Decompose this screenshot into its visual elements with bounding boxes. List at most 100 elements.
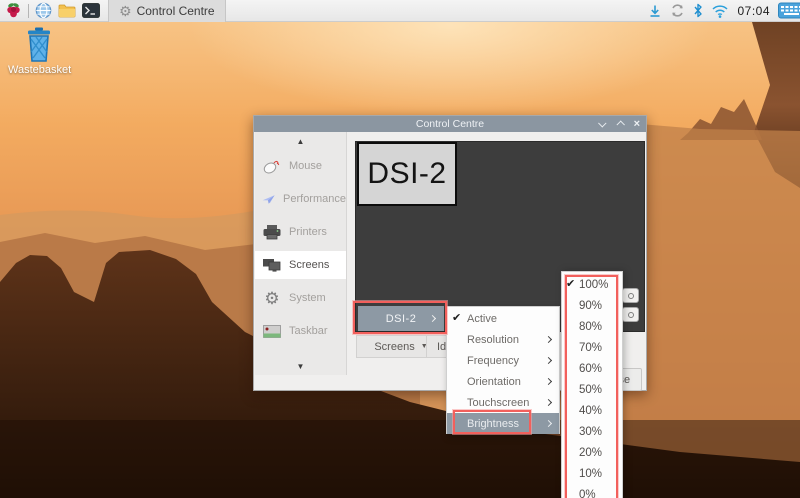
- magnifier-icon: [628, 312, 634, 318]
- brightness-option-100[interactable]: ✔ 100%: [562, 274, 622, 295]
- gear-icon: ⚙: [262, 290, 282, 307]
- brightness-submenu: ✔ 100% 90% 80% 70% 60% 50% 40% 30% 20% 1…: [561, 271, 623, 498]
- sidebar-item-label: System: [289, 292, 326, 304]
- brightness-option-70[interactable]: 70%: [562, 337, 622, 358]
- sidebar-item-printers[interactable]: Printers: [255, 218, 346, 246]
- brightness-option-label: 50%: [579, 384, 602, 396]
- maximize-icon[interactable]: [616, 120, 624, 128]
- screens-dropdown-label: Screens: [374, 341, 414, 353]
- wastebasket-label: Wastebasket: [8, 64, 70, 76]
- bluetooth-icon[interactable]: [693, 3, 703, 18]
- chevron-right-icon: [545, 378, 552, 385]
- taskbar-separator: [28, 4, 29, 18]
- gear-icon: ⚙: [119, 4, 132, 18]
- menu-item-orientation[interactable]: Orientation: [447, 371, 559, 392]
- brightness-option-10[interactable]: 10%: [562, 463, 622, 484]
- wifi-icon[interactable]: [711, 4, 729, 18]
- clock[interactable]: 07:04: [737, 4, 770, 18]
- menu-item-label: Active: [467, 313, 497, 325]
- minimize-icon[interactable]: [598, 119, 606, 127]
- brightness-option-label: 60%: [579, 363, 602, 375]
- sync-icon[interactable]: [670, 3, 685, 18]
- sidebar-item-performance[interactable]: Performance: [255, 185, 346, 213]
- sidebar-item-taskbar[interactable]: Taskbar: [255, 317, 346, 345]
- layout-zoom-out-button[interactable]: [622, 307, 639, 322]
- raspberry-menu-icon[interactable]: [5, 2, 22, 19]
- sidebar-item-label: Mouse: [289, 160, 322, 172]
- screen-select-dropdown[interactable]: DSI-2: [358, 306, 444, 331]
- window-titlebar[interactable]: Control Centre ×: [254, 116, 646, 132]
- layout-zoom-in-button[interactable]: [622, 288, 639, 303]
- brightness-option-label: 100%: [579, 279, 608, 291]
- check-icon: ✔: [452, 311, 461, 324]
- brightness-option-label: 30%: [579, 426, 602, 438]
- taskbar-task-control-centre[interactable]: ⚙ Control Centre: [108, 0, 226, 22]
- sidebar-scroll-down[interactable]: ▼: [255, 362, 346, 371]
- screen-select-label: DSI-2: [386, 313, 417, 325]
- screen-preview-label: DSI-2: [367, 157, 446, 191]
- wastebasket-icon: [22, 27, 56, 63]
- sidebar-scroll-up[interactable]: ▲: [255, 137, 346, 146]
- magnifier-icon: [628, 293, 634, 299]
- menu-item-touchscreen[interactable]: Touchscreen: [447, 392, 559, 413]
- check-icon: ✔: [566, 277, 575, 290]
- menu-item-active[interactable]: ✔ Active: [447, 308, 559, 329]
- brightness-option-label: 20%: [579, 447, 602, 459]
- brightness-option-label: 0%: [579, 489, 596, 498]
- brightness-option-label: 80%: [579, 321, 602, 333]
- menu-item-resolution[interactable]: Resolution: [447, 329, 559, 350]
- brightness-option-label: 10%: [579, 468, 602, 480]
- chevron-right-icon: [545, 399, 552, 406]
- keyboard-icon[interactable]: [778, 2, 800, 19]
- menu-item-label: Touchscreen: [467, 397, 529, 409]
- window-controls: ×: [600, 116, 640, 132]
- updates-download-icon[interactable]: [648, 4, 662, 18]
- menu-item-frequency[interactable]: Frequency: [447, 350, 559, 371]
- file-manager-icon[interactable]: [58, 3, 76, 18]
- screens-icon: [262, 257, 282, 273]
- brightness-option-0[interactable]: 0%: [562, 484, 622, 498]
- taskbar: ⚙ Control Centre: [0, 0, 800, 22]
- paper-plane-icon: [262, 192, 276, 207]
- window-title: Control Centre: [416, 118, 484, 130]
- sidebar-item-label: Taskbar: [289, 325, 328, 337]
- sidebar-item-system[interactable]: ⚙ System: [255, 284, 346, 312]
- mouse-icon: [262, 158, 282, 174]
- chevron-right-icon: [545, 336, 552, 343]
- brightness-option-label: 70%: [579, 342, 602, 354]
- task-button-label: Control Centre: [137, 4, 215, 18]
- brightness-option-20[interactable]: 20%: [562, 442, 622, 463]
- screen-context-menu: ✔ Active Resolution Frequency Orientatio…: [446, 306, 560, 434]
- sidebar-item-label: Screens: [289, 259, 329, 271]
- sidebar-item-label: Printers: [289, 226, 327, 238]
- brightness-option-50[interactable]: 50%: [562, 379, 622, 400]
- screen-preview-dsi2[interactable]: DSI-2: [357, 142, 457, 206]
- chevron-right-icon: [429, 315, 436, 322]
- menu-item-label: Frequency: [467, 355, 519, 367]
- brightness-option-30[interactable]: 30%: [562, 421, 622, 442]
- wastebasket-desktop-icon[interactable]: Wastebasket: [8, 27, 70, 76]
- menu-item-brightness[interactable]: Brightness: [447, 413, 559, 434]
- brightness-option-60[interactable]: 60%: [562, 358, 622, 379]
- brightness-option-label: 90%: [579, 300, 602, 312]
- taskbar-status-area: 07:04: [648, 2, 800, 19]
- taskbar-settings-icon: [262, 324, 282, 339]
- menu-item-label: Resolution: [467, 334, 519, 346]
- brightness-option-90[interactable]: 90%: [562, 295, 622, 316]
- taskbar-launchers: [0, 2, 100, 19]
- brightness-option-40[interactable]: 40%: [562, 400, 622, 421]
- chevron-right-icon: [545, 357, 552, 364]
- sidebar-item-screens[interactable]: Screens: [255, 251, 346, 279]
- sidebar-item-mouse[interactable]: Mouse: [255, 152, 346, 180]
- menu-item-label: Brightness: [467, 418, 519, 430]
- chevron-right-icon: [545, 420, 552, 427]
- sidebar-item-label: Performance: [283, 193, 346, 205]
- printer-icon: [262, 224, 282, 240]
- terminal-icon[interactable]: [82, 3, 100, 18]
- brightness-option-label: 40%: [579, 405, 602, 417]
- menu-item-label: Orientation: [467, 376, 521, 388]
- web-browser-icon[interactable]: [35, 2, 52, 19]
- brightness-option-80[interactable]: 80%: [562, 316, 622, 337]
- sidebar: ▲ Mouse Performance Printers: [255, 132, 347, 375]
- close-window-icon[interactable]: ×: [634, 119, 640, 130]
